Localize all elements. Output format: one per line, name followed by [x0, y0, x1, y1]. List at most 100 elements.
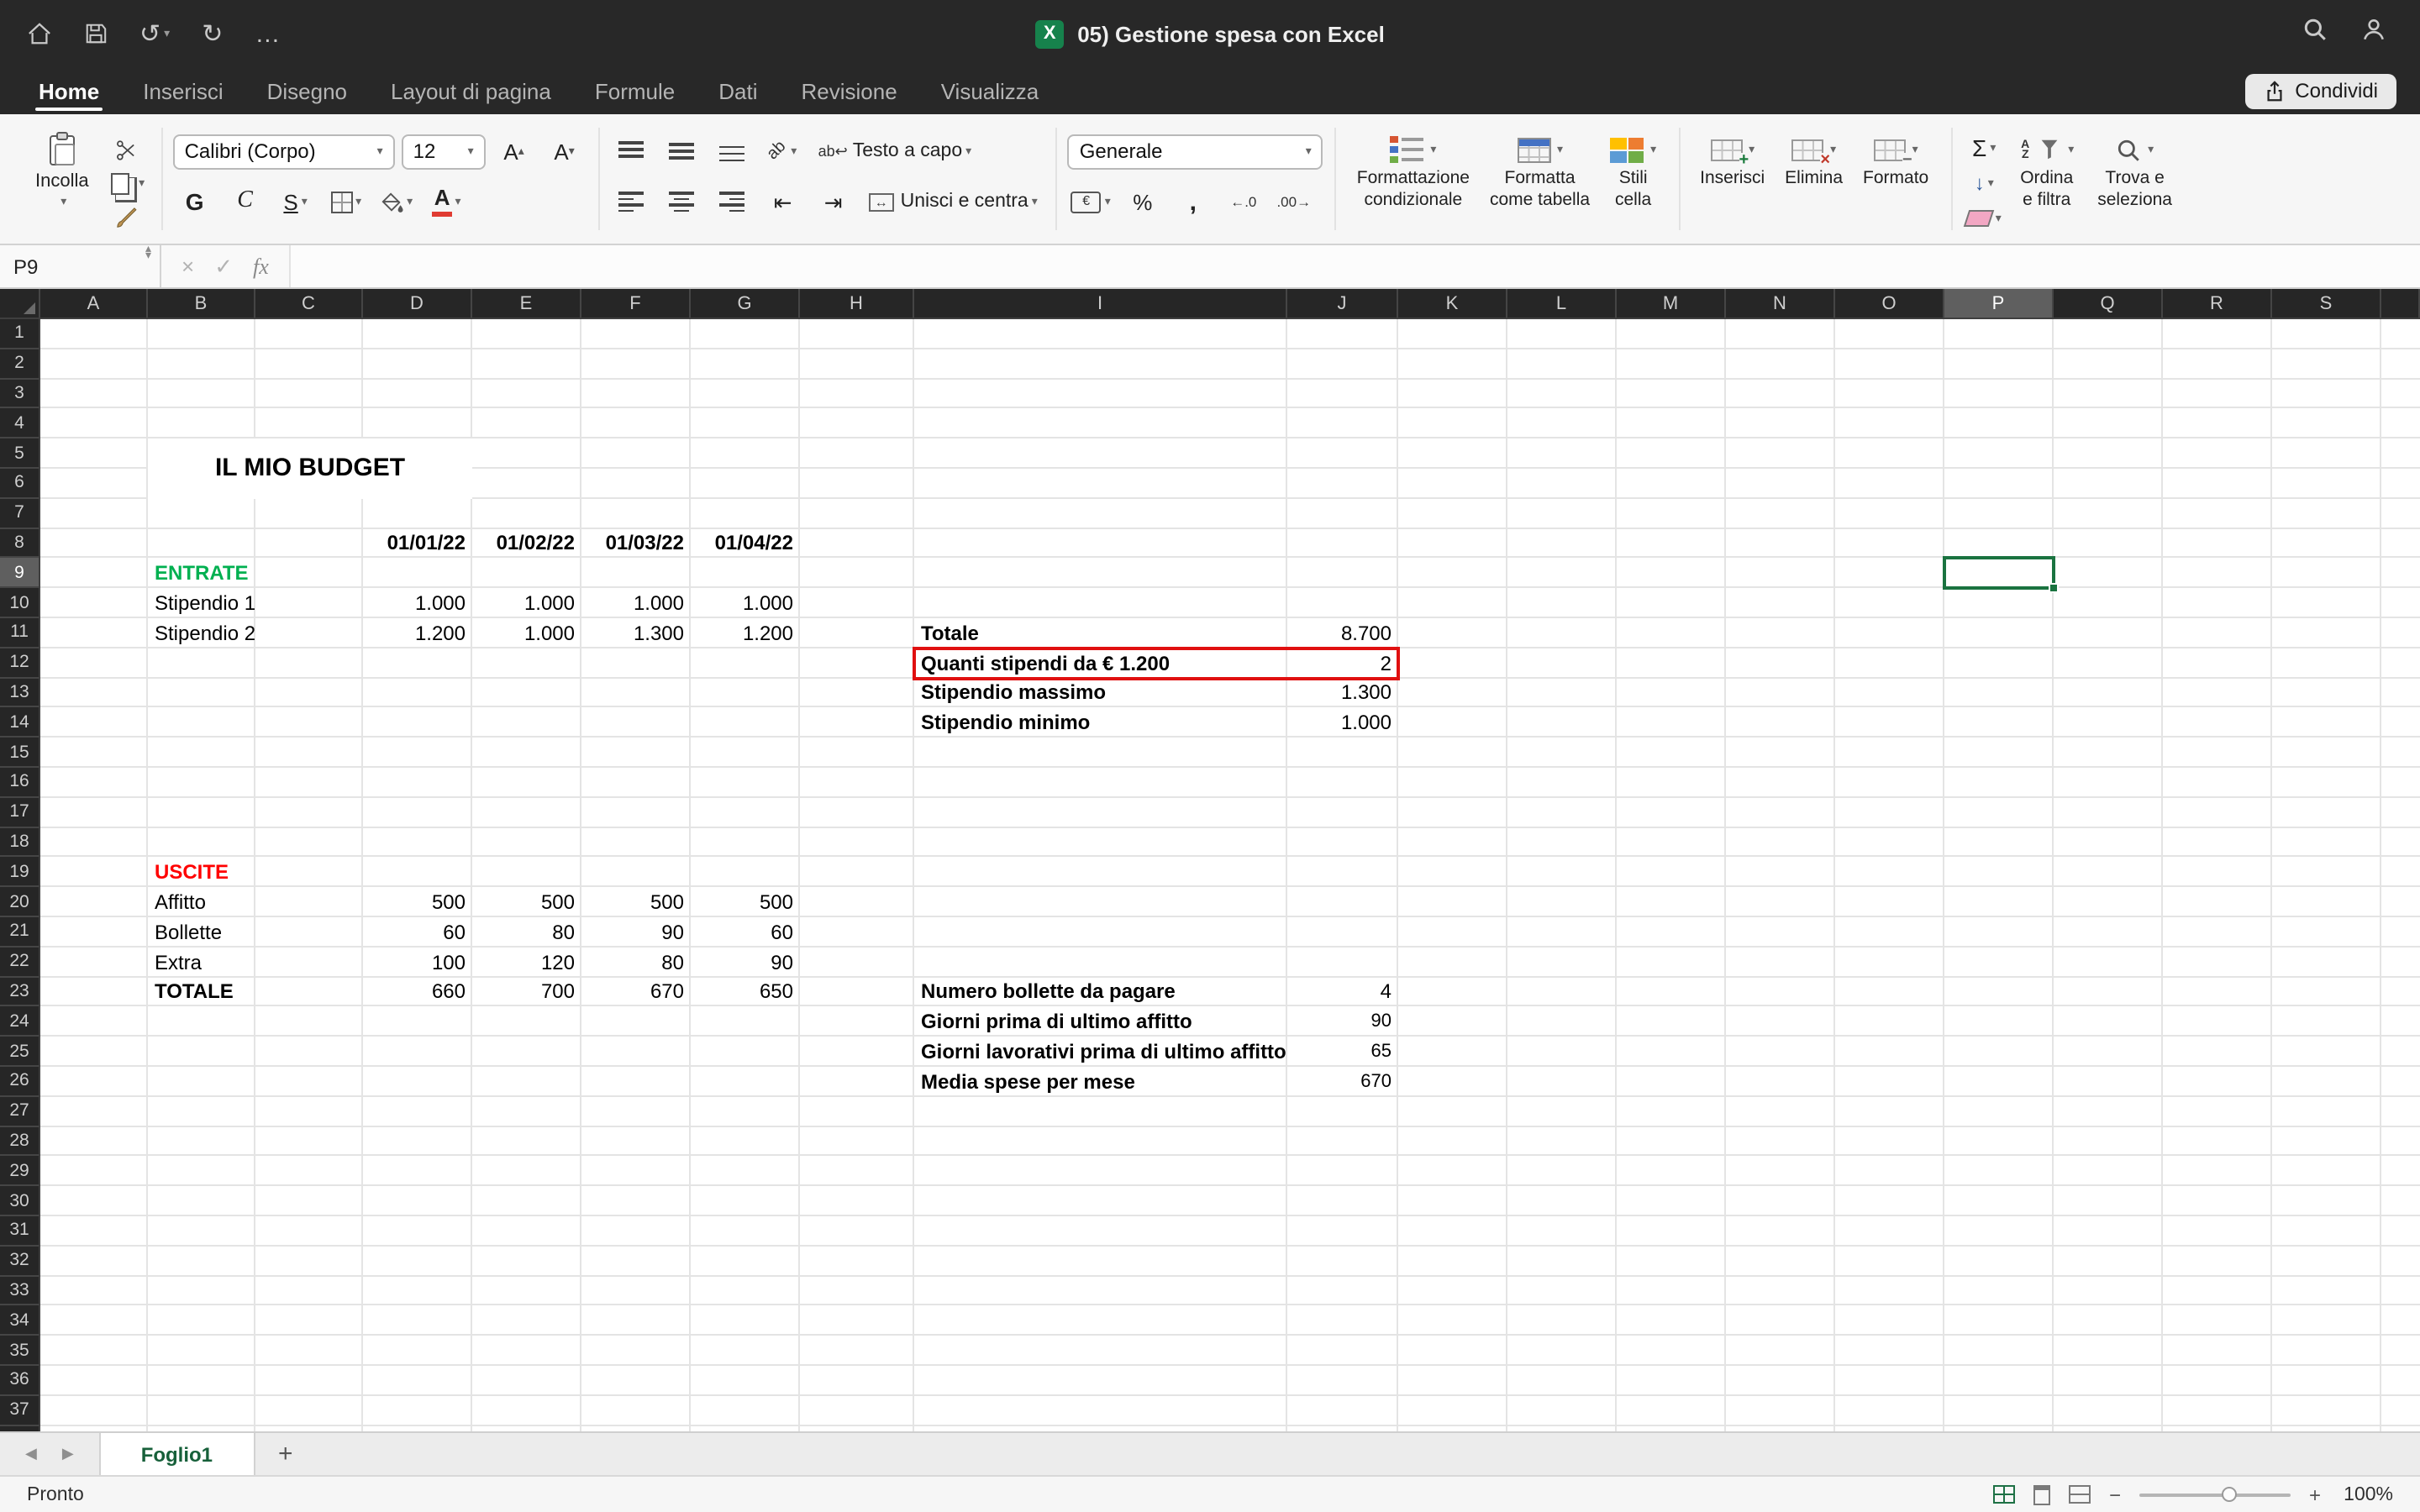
find-select-button[interactable]: ▾ Trova e seleziona — [2087, 129, 2182, 244]
cell-J26[interactable]: 670 — [1287, 1067, 1398, 1097]
cell-J24[interactable]: 90 — [1287, 1007, 1398, 1037]
cell-F11[interactable]: 1.300 — [581, 618, 691, 648]
row-header-29[interactable]: 29 — [0, 1157, 39, 1187]
row-header-3[interactable]: 3 — [0, 379, 39, 409]
cell-D23[interactable]: 660 — [363, 977, 472, 1007]
col-header-I[interactable]: I — [914, 289, 1287, 318]
cell-G22[interactable]: 90 — [691, 948, 800, 978]
cell-F8[interactable]: 01/03/22 — [581, 528, 691, 559]
cell-F21[interactable]: 90 — [581, 917, 691, 948]
orientation-button[interactable]: ab▾ — [761, 133, 805, 170]
cell-D8[interactable]: 01/01/22 — [363, 528, 472, 559]
col-header-B[interactable]: B — [148, 289, 255, 318]
cell-B21[interactable]: Bollette — [148, 917, 255, 948]
row-header-10[interactable]: 10 — [0, 588, 39, 618]
col-header-H[interactable]: H — [800, 289, 914, 318]
col-header-A[interactable]: A — [40, 289, 148, 318]
cell-I25[interactable]: Giorni lavorativi prima di ultimo affitt… — [914, 1037, 1287, 1067]
wrap-text-button[interactable]: ab↩ Testo a capo ▾ — [812, 133, 979, 170]
row-header-8[interactable]: 8 — [0, 528, 39, 559]
row-header-28[interactable]: 28 — [0, 1126, 39, 1157]
row-header-24[interactable]: 24 — [0, 1007, 39, 1037]
spreadsheet-grid[interactable]: IL MIO BUDGET01/01/2201/02/2201/03/2201/… — [0, 319, 2420, 1431]
row-header-36[interactable]: 36 — [0, 1366, 39, 1396]
copy-button[interactable]: ▾ — [106, 166, 150, 200]
fill-button[interactable]: ↓▾ — [1962, 166, 2006, 200]
col-header-G[interactable]: G — [691, 289, 800, 318]
more-commands-button[interactable]: … — [255, 21, 280, 46]
row-header-1[interactable]: 1 — [0, 319, 39, 349]
row-header-31[interactable]: 31 — [0, 1216, 39, 1247]
cell-J25[interactable]: 65 — [1287, 1037, 1398, 1067]
cell-D10[interactable]: 1.000 — [363, 588, 472, 618]
col-header-P[interactable]: P — [1944, 289, 2054, 318]
row-header-32[interactable]: 32 — [0, 1247, 39, 1277]
cell-F10[interactable]: 1.000 — [581, 588, 691, 618]
comma-format-button[interactable]: , — [1171, 183, 1215, 220]
select-all-corner[interactable] — [0, 289, 40, 318]
col-header-C[interactable]: C — [255, 289, 363, 318]
cancel-entry-button[interactable]: × — [182, 254, 194, 279]
row-header-27[interactable]: 27 — [0, 1097, 39, 1127]
row-header-13[interactable]: 13 — [0, 678, 39, 708]
cell-J13[interactable]: 1.300 — [1287, 678, 1398, 708]
cell-D11[interactable]: 1.200 — [363, 618, 472, 648]
delete-cells-button[interactable]: ×▾ Elimina — [1775, 129, 1853, 244]
cell-B23[interactable]: TOTALE — [148, 977, 255, 1007]
cell-I23[interactable]: Numero bollette da pagare — [914, 977, 1287, 1007]
row-header-26[interactable]: 26 — [0, 1067, 39, 1097]
fill-handle[interactable] — [2049, 583, 2059, 593]
normal-view-button[interactable] — [1993, 1485, 2015, 1504]
font-size-select[interactable]: 12 ▾ — [402, 134, 486, 169]
next-sheet-button[interactable]: ▶ — [62, 1445, 74, 1463]
row-header-9[interactable]: 9 — [0, 559, 39, 589]
tab-home[interactable]: Home — [17, 67, 121, 114]
row-header-12[interactable]: 12 — [0, 648, 39, 679]
formula-input[interactable] — [291, 245, 2420, 287]
zoom-out-button[interactable]: − — [2109, 1483, 2121, 1506]
col-header-O[interactable]: O — [1835, 289, 1944, 318]
add-sheet-button[interactable]: + — [255, 1433, 317, 1475]
row-header-19[interactable]: 19 — [0, 858, 39, 888]
confirm-entry-button[interactable]: ✓ — [214, 253, 233, 280]
italic-button[interactable]: C — [224, 183, 267, 220]
row-header-23[interactable]: 23 — [0, 977, 39, 1007]
cell-B10[interactable]: Stipendio 1 — [148, 588, 255, 618]
cell-F22[interactable]: 80 — [581, 948, 691, 978]
zoom-level[interactable]: 100% — [2339, 1484, 2393, 1504]
row-header-2[interactable]: 2 — [0, 349, 39, 380]
cell-I26[interactable]: Media spese per mese — [914, 1067, 1287, 1097]
currency-format-button[interactable]: €▾ — [1068, 183, 1114, 220]
font-color-button[interactable]: A▾ — [425, 183, 469, 220]
align-center-button[interactable] — [660, 183, 704, 220]
col-header-J[interactable]: J — [1287, 289, 1398, 318]
row-header-20[interactable]: 20 — [0, 887, 39, 917]
row-header-35[interactable]: 35 — [0, 1336, 39, 1366]
tab-dati[interactable]: Dati — [697, 67, 779, 114]
undo-button[interactable]: ↺▾ — [139, 21, 170, 46]
share-button[interactable]: Condividi — [2244, 73, 2396, 108]
zoom-slider-thumb[interactable] — [2223, 1486, 2238, 1501]
fill-color-button[interactable]: ▾ — [375, 183, 418, 220]
cell-B19[interactable]: USCITE — [148, 858, 255, 888]
increase-indent-button[interactable]: ⇥ — [812, 183, 855, 220]
sheet-tab-foglio1[interactable]: Foglio1 — [99, 1433, 255, 1475]
account-button[interactable] — [2361, 17, 2386, 50]
col-header-Q[interactable]: Q — [2054, 289, 2163, 318]
paste-button[interactable]: Incolla ▾ — [25, 129, 99, 244]
row-header-7[interactable]: 7 — [0, 499, 39, 529]
row-header-34[interactable]: 34 — [0, 1306, 39, 1336]
cell-B11[interactable]: Stipendio 2 — [148, 618, 255, 648]
cell-E8[interactable]: 01/02/22 — [472, 528, 581, 559]
percent-format-button[interactable]: % — [1121, 183, 1165, 220]
tab-inserisci[interactable]: Inserisci — [121, 67, 245, 114]
row-header-14[interactable]: 14 — [0, 708, 39, 738]
col-header-K[interactable]: K — [1398, 289, 1507, 318]
cell-J11[interactable]: 8.700 — [1287, 618, 1398, 648]
cell-J14[interactable]: 1.000 — [1287, 708, 1398, 738]
align-left-button[interactable] — [610, 183, 654, 220]
cell-E21[interactable]: 80 — [472, 917, 581, 948]
tab-formule[interactable]: Formule — [573, 67, 697, 114]
row-header-37[interactable]: 37 — [0, 1396, 39, 1426]
save-button[interactable] — [84, 22, 108, 45]
